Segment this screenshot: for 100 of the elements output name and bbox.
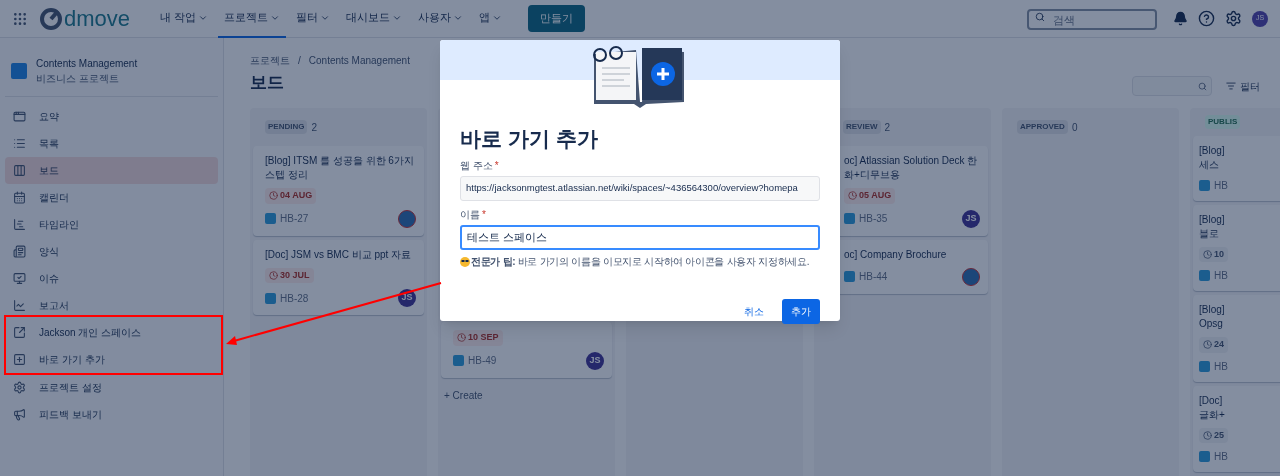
issue-card[interactable]: [Doc] JSM vs BMC 비교 ppt 자료 30 JUL HB-28 JS — [253, 239, 424, 315]
due-date-badge: 10 SEP — [453, 330, 503, 346]
cancel-button[interactable]: 취소 — [736, 299, 772, 324]
story-icon — [1199, 451, 1210, 462]
sidebar-item[interactable]: 프로젝트 설정 — [5, 374, 218, 401]
issue-key: HB-35 — [859, 211, 888, 226]
nav-menu[interactable]: 앱 — [473, 0, 509, 38]
breadcrumb-link[interactable]: 프로젝트 — [250, 53, 290, 68]
due-date-badge: 05 AUG — [844, 188, 896, 204]
help-icon[interactable] — [1198, 10, 1215, 27]
issue-card[interactable]: [Blog] Opsg 24 HB — [1193, 295, 1280, 382]
app-switcher-icon[interactable] — [12, 10, 28, 27]
required-mark: * — [494, 159, 499, 173]
sidebar-item[interactable]: 요약 — [5, 103, 218, 130]
field-label: 웹 주소 — [460, 159, 493, 173]
due-date-badge: 30 JUL — [265, 267, 314, 283]
project-icon — [11, 63, 27, 79]
menu-item-icon — [13, 326, 26, 339]
sidebar-item[interactable]: 캘린더 — [5, 184, 218, 211]
sidebar-item[interactable]: 보드 — [5, 157, 218, 184]
clock-icon — [269, 191, 278, 201]
nav-menu[interactable]: 사용자 — [412, 0, 470, 38]
menu-item-icon — [13, 191, 26, 204]
story-icon — [1199, 270, 1210, 281]
dialog-title: 바로 가기 추가 — [460, 126, 599, 152]
menu-item-icon — [13, 164, 26, 177]
menu-item-icon — [13, 381, 26, 394]
sidebar-item[interactable]: 바로 가기 추가 — [5, 346, 218, 373]
clock-icon — [848, 191, 857, 201]
menu-item-icon — [13, 137, 26, 150]
sidebar-item[interactable]: 목록 — [5, 130, 218, 157]
add-button[interactable]: 추가 — [782, 299, 820, 324]
search-icon — [1035, 11, 1045, 22]
sidebar-item[interactable]: 피드백 보내기 — [5, 401, 218, 428]
sunglasses-face-icon — [460, 256, 470, 267]
page-title: 보드 — [250, 72, 284, 95]
issue-key: HB — [1214, 177, 1228, 193]
required-mark: * — [482, 208, 486, 222]
issue-card[interactable]: [Blog] ITSM 를 성공을 위한 6가지 스텝 정리 04 AUG HB-27 — [253, 146, 424, 236]
menu-item-icon — [13, 299, 26, 312]
create-button[interactable]: 만들기 — [528, 5, 586, 32]
breadcrumb-separator: / — [298, 54, 301, 68]
story-icon — [453, 355, 464, 366]
board-search-field[interactable] — [1132, 76, 1212, 96]
issue-count: 2 — [884, 120, 891, 135]
issue-key: HB — [1214, 268, 1228, 283]
card-title: [Doc] 글화+ — [1199, 393, 1226, 422]
issue-key: HB-27 — [280, 211, 309, 226]
issue-card[interactable]: 10 SEP HB-49 JS — [441, 322, 612, 378]
issue-key: HB — [1214, 358, 1228, 374]
story-icon — [1199, 179, 1210, 191]
card-title: [Doc] JSM vs BMC 비교 ppt 자료 — [265, 247, 413, 262]
filter-icon — [1226, 81, 1236, 91]
due-date-badge: 24 — [1199, 337, 1228, 353]
nav-menu[interactable]: 대시보드 — [340, 0, 409, 38]
nav-menu[interactable]: 필터 — [290, 0, 337, 38]
story-icon — [265, 292, 276, 304]
menu-item-icon — [13, 353, 26, 366]
create-button[interactable]: + Create — [441, 381, 612, 409]
breadcrumb-link[interactable]: Contents Management — [308, 53, 410, 68]
search-icon — [1198, 81, 1207, 91]
user-avatar — [398, 209, 416, 228]
sidebar-item[interactable]: Jackson 개인 스페이스 — [5, 319, 218, 346]
issue-card[interactable]: [Doc] 글화+ 25 HB — [1193, 385, 1280, 472]
issue-count: 2 — [311, 120, 317, 135]
sidebar-item[interactable]: 이슈 — [5, 265, 218, 292]
sidebar-item[interactable]: 타임라인 — [5, 211, 218, 238]
status-label: PENDING — [265, 120, 308, 134]
story-icon — [265, 213, 276, 224]
notification-icon[interactable] — [1173, 11, 1188, 26]
nav-menu[interactable]: 내 작업 — [154, 0, 215, 38]
status-label: PUBLIS — [1205, 114, 1241, 129]
issue-card[interactable]: [Blog] 블로 10 HB — [1193, 204, 1280, 291]
filter-button[interactable]: 필터 — [1226, 78, 1260, 94]
card-title: [Blog] Opsg — [1199, 303, 1226, 331]
issue-key: HB-44 — [859, 269, 888, 284]
search-field[interactable]: 검색 — [1027, 9, 1157, 30]
settings-icon[interactable] — [1225, 10, 1242, 27]
due-date-badge: 04 AUG — [265, 188, 317, 204]
menu-item-icon — [13, 218, 26, 231]
menu-item-icon — [13, 272, 26, 285]
logo-text: dmove — [64, 7, 131, 30]
name-input-field[interactable]: 테스트 스페이스 — [460, 225, 820, 250]
clock-icon — [1203, 430, 1212, 440]
issue-key: HB — [1214, 449, 1228, 464]
sidebar-item[interactable]: 보고서 — [5, 292, 218, 319]
card-title: oc] Atlassian Solution Deck 한 화+디무브용 — [844, 154, 979, 182]
story-icon — [844, 213, 855, 224]
card-title: [Blog] ITSM 를 성공을 위한 6가지 스텝 정리 — [265, 154, 415, 182]
issue-card[interactable]: [Blog] 세스 HB — [1193, 135, 1280, 201]
status-label: APPROVED — [1017, 120, 1068, 134]
status-label: REVIEW — [843, 120, 881, 134]
menu-item-icon — [13, 245, 26, 258]
field-label: 이름 — [460, 208, 480, 222]
card-title: oc] Company Brochure — [844, 247, 948, 262]
clock-icon — [457, 333, 466, 343]
due-date-badge: 25 — [1199, 427, 1228, 443]
url-input-field[interactable]: https://jacksonmgtest.atlassian.net/wiki/spaces/~436564300/overview?homepa — [460, 176, 820, 201]
sidebar-item[interactable]: 양식 — [5, 238, 218, 265]
project-name: Contents Management — [36, 57, 138, 71]
